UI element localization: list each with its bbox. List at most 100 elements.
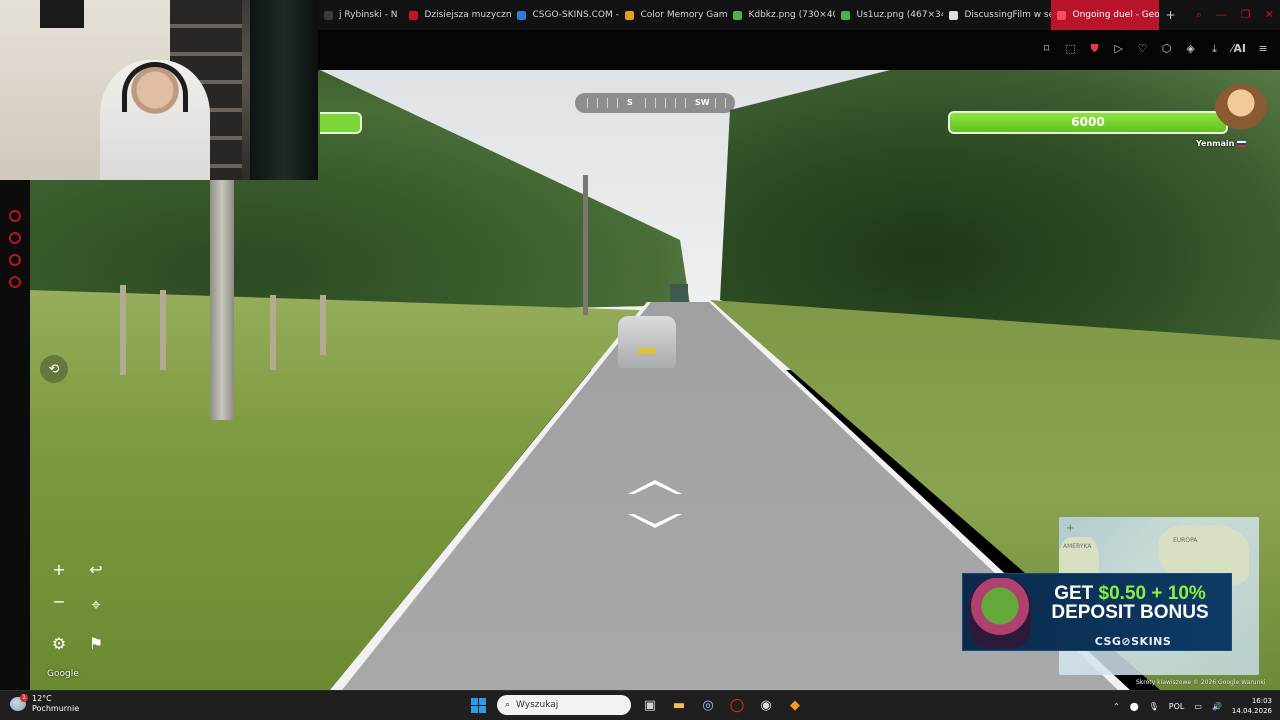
taskbar-search[interactable]: ⌕ Wyszukaj xyxy=(497,695,631,715)
ad-amount: $0.50 + 10% xyxy=(1098,583,1206,604)
browser-tab[interactable]: Kdbkz.png (730×400 xyxy=(727,0,835,30)
clock-date: 14.04.2026 xyxy=(1231,707,1272,715)
search-icon: ⌕ xyxy=(505,700,511,710)
ad-brand: CSG⊘SKINS xyxy=(1094,635,1172,648)
browser-tab[interactable]: Dzisiejsza muzyczna xyxy=(403,0,511,30)
compass-tick xyxy=(685,98,686,108)
compass-tick xyxy=(617,98,618,108)
ad-subline: DEPOSIT BONUS xyxy=(1051,602,1209,623)
history-icon[interactable] xyxy=(9,232,21,244)
zoom-in-button[interactable]: + xyxy=(46,556,72,582)
chevron-up-icon[interactable]: ⌃ xyxy=(1113,702,1120,711)
play-icon[interactable]: ▷ xyxy=(1112,42,1126,56)
messenger-icon[interactable] xyxy=(9,210,21,222)
display-icon[interactable]: ▭ xyxy=(1194,702,1202,711)
tab-label: Us1uz.png (467×343 xyxy=(856,10,944,20)
obs-icon[interactable]: ◉ xyxy=(756,695,776,715)
compass-tick xyxy=(587,98,588,108)
player-name-text: Yenmain xyxy=(1196,139,1235,148)
clock[interactable]: 16:03 14.04.2026 xyxy=(1232,696,1272,716)
browser-tab[interactable]: Color Memory Game xyxy=(619,0,727,30)
heart-icon[interactable]: ♡ xyxy=(1136,42,1150,56)
sponsor-banner[interactable]: GET $0.50 + 10% DEPOSIT BONUS CSG⊘SKINS xyxy=(962,573,1232,651)
browser-tab[interactable]: j Rybinski - N xyxy=(318,0,403,30)
webcam-overlay xyxy=(0,0,318,180)
compass-letter-s: S xyxy=(627,98,633,107)
compass-tick xyxy=(607,98,608,108)
health-bar-left xyxy=(320,112,362,134)
health-bar-right: 6000 xyxy=(948,111,1228,134)
distant-vehicle xyxy=(670,284,688,302)
fence-post xyxy=(270,295,276,370)
map-label-america: AMERYKA xyxy=(1063,543,1092,550)
compass-tick xyxy=(597,98,598,108)
steam-icon[interactable]: ◎ xyxy=(698,695,718,715)
bookmark-icon[interactable]: ⌑ xyxy=(1040,42,1054,56)
ai-icon[interactable]: ⁄AI xyxy=(1232,42,1246,56)
browser-tab[interactable]: DiscussingFilm w ser xyxy=(943,0,1051,30)
tab-label: j Rybinski - N xyxy=(339,10,398,20)
screenshot-icon[interactable]: ⬚ xyxy=(1064,42,1078,56)
fence-post xyxy=(120,285,126,375)
tab-favicon-icon xyxy=(841,10,851,20)
ad-prefix: GET xyxy=(1054,583,1094,604)
minimize-icon[interactable]: — xyxy=(1216,8,1227,22)
tab-favicon-icon xyxy=(324,10,333,20)
tab-label: Dzisiejsza muzyczna xyxy=(424,10,512,20)
health-value: 6000 xyxy=(1071,115,1105,129)
volume-icon[interactable]: 🔊 xyxy=(1212,702,1222,711)
close-icon[interactable]: ✕ xyxy=(1265,8,1274,22)
language-indicator[interactable]: POL xyxy=(1169,702,1185,711)
tab-favicon-icon xyxy=(409,10,419,20)
menu-icon[interactable]: ≡ xyxy=(1256,42,1270,56)
windows-start-icon[interactable] xyxy=(468,695,488,715)
weather-temp: 12°C xyxy=(32,694,52,703)
file-explorer-icon[interactable]: ▬ xyxy=(669,695,689,715)
task-view-icon[interactable]: ▣ xyxy=(640,695,660,715)
compass-tick xyxy=(675,98,676,108)
tab-label: Color Memory Game xyxy=(640,10,728,20)
download-icon[interactable]: ⤓ xyxy=(1208,42,1222,56)
player-avatar xyxy=(1214,84,1268,138)
compass-tick xyxy=(715,98,716,108)
checkpoint-flag-button[interactable]: ⚑ xyxy=(83,630,109,656)
utility-pole xyxy=(210,180,234,420)
fence-post xyxy=(160,290,166,370)
network-icon[interactable]: ⬤ xyxy=(1130,702,1139,711)
map-footer[interactable]: Skróty klawiszowe © 2026 Google Warunki xyxy=(1136,679,1266,686)
utility-pole-far xyxy=(583,175,588,315)
compass-button[interactable]: ⟲ xyxy=(40,355,68,383)
webcam-curtain xyxy=(250,0,318,180)
tab-label: CSGO-SKINS.COM - xyxy=(532,10,619,20)
weather-widget[interactable]: 1 12°C Pochmurnie xyxy=(10,694,79,714)
settings-sidebar-icon[interactable] xyxy=(9,276,21,288)
restore-icon[interactable]: ❐ xyxy=(1241,8,1251,22)
browser-tab[interactable]: Us1uz.png (467×343 xyxy=(835,0,943,30)
mascot-image xyxy=(969,578,1031,648)
return-to-start-button[interactable]: ⌖ xyxy=(83,592,109,618)
fence-post xyxy=(320,295,326,355)
compass-tick xyxy=(665,98,666,108)
webcam-monitor xyxy=(40,0,84,28)
compass-letter-sw: SW xyxy=(695,98,710,107)
wallet-icon[interactable]: ◈ xyxy=(1184,42,1198,56)
taskbar: 1 12°C Pochmurnie ⌕ Wyszukaj ▣ ▬ ◎ ◯ ◉ ◆ … xyxy=(0,690,1280,720)
new-tab-button[interactable]: + xyxy=(1165,8,1175,22)
mic-icon[interactable]: 🎙 xyxy=(1149,702,1159,711)
settings-button[interactable]: ⚙ xyxy=(46,630,72,656)
opera-icon[interactable]: ◯ xyxy=(727,695,747,715)
map-pin-icon[interactable]: + xyxy=(1066,523,1074,534)
extensions-sidebar-icon[interactable] xyxy=(9,254,21,266)
compass-bar: S SW xyxy=(575,93,735,113)
extensions-icon[interactable]: ⬡ xyxy=(1160,42,1174,56)
zoom-out-button[interactable]: − xyxy=(46,588,72,614)
undo-button[interactable]: ↩ xyxy=(83,556,109,582)
move-forward-arrow[interactable] xyxy=(628,480,682,494)
license-plate xyxy=(638,348,656,354)
search-icon[interactable]: ⌕ xyxy=(1196,8,1202,22)
shield-icon[interactable]: ⛊ xyxy=(1088,42,1102,56)
app-icon[interactable]: ◆ xyxy=(785,695,805,715)
move-back-arrow[interactable] xyxy=(628,514,682,528)
browser-tab[interactable]: CSGO-SKINS.COM - xyxy=(511,0,619,30)
browser-tab[interactable]: Ongoing duel - GeoGu xyxy=(1051,0,1160,30)
